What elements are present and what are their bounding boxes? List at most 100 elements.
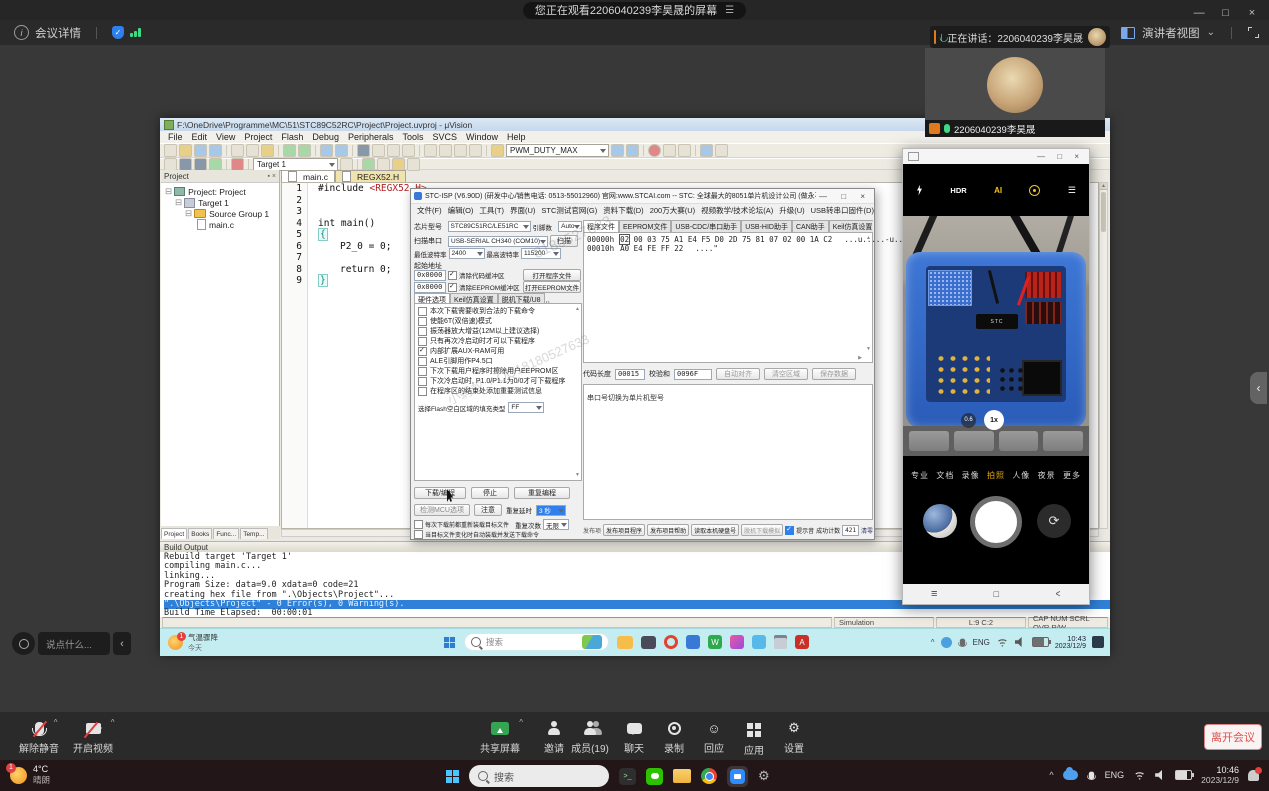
tab-books[interactable]: Books: [188, 528, 212, 539]
shared-notification-icon[interactable]: [1092, 636, 1104, 648]
copy-icon[interactable]: [246, 144, 259, 157]
eeprom-addr-input[interactable]: 0x0000: [414, 282, 446, 293]
view-dropdown-icon[interactable]: ⌄: [1207, 30, 1215, 36]
mode-night[interactable]: 夜景: [1038, 470, 1056, 481]
hex-scroll-right[interactable]: ▶: [858, 355, 862, 361]
flash-download-icon[interactable]: [231, 158, 244, 171]
camera-menu-icon[interactable]: ☰: [1068, 185, 1076, 196]
paste-icon[interactable]: [261, 144, 274, 157]
notice-button[interactable]: 注意: [474, 504, 502, 516]
mode-portrait[interactable]: 人像: [1012, 470, 1030, 481]
option-checkbox[interactable]: [418, 377, 427, 386]
share-screen-button[interactable]: ^ 共享屏幕: [470, 720, 530, 755]
meeting-details-link[interactable]: 会议详情: [35, 25, 81, 41]
bookmark-prev-icon[interactable]: [372, 144, 385, 157]
network-signal-icon[interactable]: [130, 28, 141, 37]
host-search-box[interactable]: 搜索: [469, 765, 609, 787]
translate-icon[interactable]: [164, 158, 177, 171]
stc-menu-usb[interactable]: USB转串口固件(D): [808, 205, 874, 216]
baud-max-select[interactable]: 115200: [521, 248, 561, 259]
volume-icon[interactable]: [1155, 770, 1166, 780]
publish-program-button[interactable]: 发布项目程序: [603, 524, 645, 536]
terminal-app-icon[interactable]: >_: [619, 768, 636, 785]
tray-mic-icon[interactable]: [1088, 771, 1093, 779]
publish-help-button[interactable]: 发布项目帮助: [647, 524, 689, 536]
keil-menu-help[interactable]: Help: [503, 132, 530, 142]
stc-titlebar[interactable]: STC-ISP (V6.90D) (研发中心/销售电话: 0513-550129…: [411, 189, 874, 204]
repeat-program-button[interactable]: 重复编程: [514, 487, 570, 499]
pins-select[interactable]: Auto: [558, 221, 582, 232]
shared-wifi-icon[interactable]: [996, 637, 1009, 647]
hex-scroll-up[interactable]: ▲: [866, 235, 871, 241]
start-video-button[interactable]: ^ 开启视频: [62, 720, 124, 755]
stc-menu-download[interactable]: 资料下载(D): [600, 205, 646, 216]
fill-type-select[interactable]: FF: [508, 402, 544, 413]
calculator-icon[interactable]: [774, 635, 787, 649]
stc-menu-ui[interactable]: 界面(U): [507, 205, 538, 216]
option-checkbox[interactable]: [418, 357, 427, 366]
manage-dialog-icon[interactable]: [407, 158, 420, 171]
camera-viewfinder[interactable]: STC 0.6 1x: [903, 216, 1089, 456]
chat-input[interactable]: 说点什么...: [38, 632, 110, 655]
options-icon[interactable]: [715, 144, 728, 157]
watching-banner[interactable]: 您正在观看2206040239李昊晟的屏幕 ☰: [523, 2, 746, 19]
shared-lang-indicator[interactable]: ENG: [973, 638, 990, 647]
start-button[interactable]: [446, 770, 459, 783]
options-scroll-up[interactable]: ▲: [575, 306, 580, 312]
banner-menu-icon[interactable]: ☰: [725, 5, 734, 16]
maximize-button[interactable]: □: [1215, 7, 1237, 19]
close-button[interactable]: ×: [1241, 7, 1263, 19]
open-code-file-button[interactable]: 打开程序文件: [523, 269, 581, 281]
keil-menu-edit[interactable]: Edit: [188, 132, 212, 142]
meeting-app-active[interactable]: [727, 766, 748, 787]
keil-menu-project[interactable]: Project: [240, 132, 276, 142]
shared-battery-icon[interactable]: [1032, 637, 1049, 647]
mode-photo[interactable]: 拍照: [987, 470, 1005, 481]
offline-demo-button[interactable]: 脱机下载模拟: [741, 524, 783, 536]
leave-meeting-button[interactable]: 离开会议: [1204, 724, 1262, 750]
zoom-0-6x-button[interactable]: 0.6: [961, 413, 976, 428]
hardware-options-list[interactable]: 本次下载需要收到合法的下载命令 使能6T(双倍速)模式 振荡器放大增益(12M以…: [414, 303, 582, 481]
auto-align-button[interactable]: 自动对齐: [716, 368, 760, 380]
tray-cloud-icon[interactable]: [1063, 770, 1078, 780]
scan-button[interactable]: 扫描: [550, 235, 578, 247]
option-checkbox[interactable]: [418, 327, 427, 336]
stc-isp-app-icon[interactable]: [730, 635, 744, 649]
settings-button[interactable]: ⚙ 设置: [776, 720, 812, 755]
members-button[interactable]: 成员(19): [566, 720, 614, 755]
stc-menu-edit[interactable]: 编辑(O): [445, 205, 477, 216]
minimize-button[interactable]: —: [1188, 7, 1210, 19]
chip-select[interactable]: STC89C51RC/LE51RC: [448, 221, 531, 232]
rebuild-icon[interactable]: [194, 158, 207, 171]
tree-item-project[interactable]: ⊟Project: Project: [165, 186, 279, 197]
file-explorer-icon[interactable]: [673, 769, 691, 783]
shared-mic-icon[interactable]: [959, 638, 964, 646]
stc-menu-upgrade[interactable]: 升级(U): [776, 205, 807, 216]
bookmark-icon[interactable]: [357, 144, 370, 157]
phone-titlebar[interactable]: — □ ×: [903, 149, 1089, 165]
filter-icon[interactable]: [1029, 185, 1040, 196]
option-checkbox[interactable]: [418, 307, 427, 316]
hex-scroll-down[interactable]: ▼: [866, 346, 871, 352]
save-data-button[interactable]: 保存数据: [812, 368, 856, 380]
option-checkbox[interactable]: [418, 367, 427, 376]
chat-history-button[interactable]: [12, 632, 35, 655]
option-checkbox[interactable]: [418, 317, 427, 326]
keil-menu-window[interactable]: Window: [462, 132, 502, 142]
tab-templates[interactable]: Temp...: [240, 528, 267, 539]
tree-item-main-c[interactable]: main.c: [165, 219, 279, 230]
stc-menu-site[interactable]: STC测试官网(G): [538, 205, 600, 216]
comment-icon[interactable]: [454, 144, 467, 157]
host-weather-widget[interactable]: 1 4°C 晴朗: [10, 764, 50, 786]
reactions-button[interactable]: ☺ 回应: [696, 720, 732, 755]
mode-video[interactable]: 录像: [962, 470, 980, 481]
zoom-1x-button[interactable]: 1x: [984, 410, 1004, 430]
clear-code-checkbox[interactable]: [448, 271, 457, 280]
cut-icon[interactable]: [231, 144, 244, 157]
project-panel-close-icon[interactable]: ▪ ×: [267, 173, 276, 180]
mode-more[interactable]: 更多: [1063, 470, 1081, 481]
find-in-files-icon[interactable]: [626, 144, 639, 157]
nav-recents-icon[interactable]: ≡: [931, 588, 937, 600]
fullscreen-icon[interactable]: [1248, 27, 1259, 38]
option-checkbox-checked[interactable]: [418, 347, 427, 356]
